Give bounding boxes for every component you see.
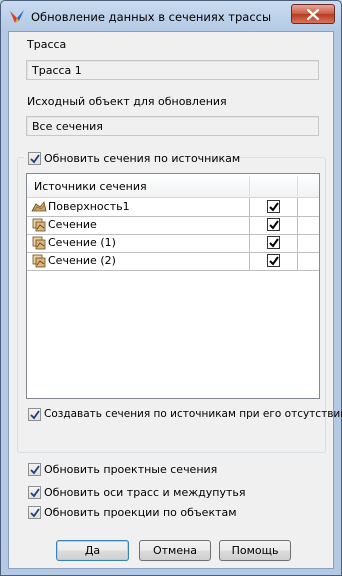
update-route-axes-label: Обновить оси трасс и междупутья [44, 486, 246, 499]
create-if-missing-checkbox[interactable] [28, 408, 41, 421]
section-icon [31, 235, 47, 251]
surface-icon [31, 199, 47, 215]
table-row[interactable]: Сечение [27, 216, 319, 234]
dialog-window: Обновление данных в сечениях трассы Трас… [0, 0, 342, 576]
checkmark-icon [30, 465, 40, 475]
cancel-button[interactable]: Отмена [139, 540, 211, 561]
app-logo-icon [9, 9, 25, 25]
update-design-sections-checkbox[interactable] [28, 463, 41, 476]
sources-table-header: Источники сечения [27, 174, 319, 198]
checkmark-icon [30, 410, 40, 420]
checkmark-icon [30, 488, 40, 498]
row-checkbox[interactable] [267, 254, 280, 267]
route-field: Трасса 1 [26, 60, 319, 80]
row-checkbox[interactable] [267, 218, 280, 231]
row-label: Сечение [48, 218, 97, 231]
checkmark-icon [269, 256, 279, 266]
row-label: Поверхность1 [48, 200, 130, 213]
close-icon [307, 9, 319, 20]
help-button[interactable]: Помощь [219, 540, 291, 561]
ok-button[interactable]: Да [56, 540, 129, 561]
dialog-client-area: Трасса Трасса 1 Исходный объект для обно… [8, 31, 342, 569]
table-row[interactable]: Сечение (1) [27, 234, 319, 252]
table-row[interactable]: Сечение (2) [27, 252, 319, 270]
create-if-missing-label: Создавать сечения по источникам при его … [44, 408, 342, 420]
update-design-sections-label: Обновить проектные сечения [44, 463, 218, 476]
window-title: Обновление данных в сечениях трассы [31, 10, 272, 24]
checkmark-icon [30, 154, 40, 164]
update-projections-checkbox[interactable] [28, 506, 41, 519]
section-icon [31, 217, 47, 233]
row-label: Сечение (2) [48, 254, 116, 267]
checkmark-icon [269, 238, 279, 248]
row-checkbox[interactable] [267, 236, 280, 249]
table-row[interactable]: Поверхность1 [27, 198, 319, 216]
update-projections-label: Обновить проекции по объектам [44, 506, 237, 519]
source-object-label: Исходный объект для обновления [27, 95, 227, 108]
checkmark-icon [30, 508, 40, 518]
update-route-axes-checkbox[interactable] [28, 486, 41, 499]
title-bar[interactable]: Обновление данных в сечениях трассы [1, 1, 341, 31]
close-button[interactable] [291, 4, 335, 24]
source-object-field: Все сечения [26, 116, 319, 136]
section-icon [31, 253, 47, 269]
update-by-sources-label: Обновить сечения по источникам [44, 152, 241, 165]
route-label: Трасса [27, 38, 67, 51]
checkmark-icon [269, 220, 279, 230]
checkmark-icon [269, 202, 279, 212]
row-label: Сечение (1) [48, 236, 116, 249]
update-by-sources-checkbox[interactable] [28, 152, 41, 165]
sources-column-header[interactable]: Источники сечения [34, 180, 147, 193]
sources-table: Источники сечения Поверхность1 Сечение С… [26, 173, 320, 399]
row-checkbox[interactable] [267, 200, 280, 213]
